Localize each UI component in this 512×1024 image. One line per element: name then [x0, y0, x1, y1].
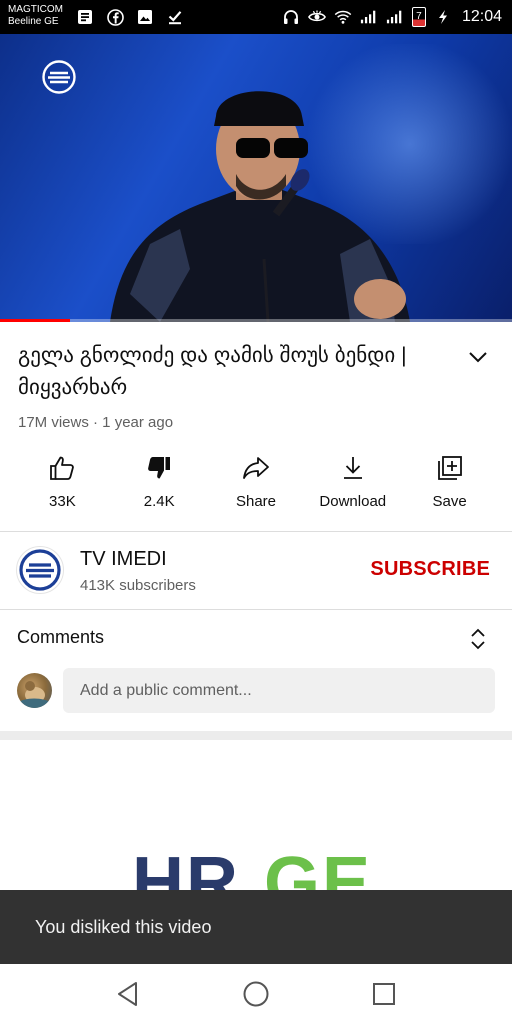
playlist-add-icon — [435, 453, 465, 483]
youtube-watch-screen: MAGTICOM Beeline GE 7 12:04 გელა გნოლიძე… — [0, 0, 512, 1024]
snackbar-message: You disliked this video — [35, 917, 212, 937]
video-player[interactable] — [0, 34, 512, 322]
imedi-logo-icon — [19, 549, 61, 591]
recents-icon[interactable] — [370, 980, 398, 1008]
user-avatar[interactable] — [17, 673, 52, 708]
download-icon — [338, 453, 368, 483]
download-button[interactable]: Download — [304, 450, 401, 520]
comments-header[interactable]: Comments — [17, 627, 104, 648]
share-button[interactable]: Share — [208, 450, 305, 520]
video-meta: 17M views · 1 year ago — [18, 414, 174, 431]
video-title[interactable]: გელა გნოლიძე და ღამის შოუს ბენდი | მიყვა… — [18, 340, 438, 404]
imedi-watermark-logo — [42, 60, 76, 94]
channel-name[interactable]: TV IMEDI — [80, 548, 167, 571]
thumbs-up-icon — [47, 453, 77, 483]
charging-icon — [434, 8, 452, 26]
expand-collapse-icon[interactable] — [467, 626, 489, 652]
chevron-down-icon[interactable] — [466, 345, 490, 369]
video-actions: 33K 2.4K Share Download Save — [14, 450, 498, 520]
video-progress-played — [0, 319, 71, 322]
status-clock: 12:04 — [461, 8, 502, 25]
performer-figure — [110, 91, 410, 322]
status-bar: MAGTICOM Beeline GE 7 12:04 — [0, 0, 512, 34]
signal-icon — [386, 8, 404, 26]
carrier-info: MAGTICOM Beeline GE — [8, 4, 63, 28]
subscribe-button[interactable]: SUBSCRIBE — [370, 558, 490, 581]
ad-banner[interactable]: HR GE — [0, 740, 512, 890]
thumbs-down-filled-icon — [144, 453, 174, 483]
snackbar: You disliked this video — [0, 890, 512, 964]
back-icon[interactable] — [114, 980, 142, 1008]
notes-icon — [76, 8, 94, 26]
notification-icons — [76, 8, 184, 26]
system-status: 7 12:04 — [282, 7, 502, 27]
eye-icon — [307, 8, 326, 26]
like-count: 33K — [49, 493, 76, 510]
share-label: Share — [235, 493, 276, 510]
ad-logo-text: HR GE — [132, 847, 372, 890]
divider — [0, 609, 512, 610]
battery-icon: 7 — [411, 7, 426, 27]
section-separator — [0, 731, 512, 740]
home-icon[interactable] — [242, 980, 270, 1008]
system-navigation-bar — [0, 964, 512, 1024]
divider — [0, 531, 512, 532]
ad-logo-left: HR — [132, 843, 240, 890]
signal-icon — [360, 8, 378, 26]
battery-level: 7 — [416, 11, 422, 22]
subscriber-count: 413K subscribers — [80, 577, 196, 594]
video-progress-track[interactable] — [0, 319, 512, 322]
like-button[interactable]: 33K — [14, 450, 111, 520]
dislike-button[interactable]: 2.4K — [111, 450, 208, 520]
share-icon — [241, 453, 271, 483]
image-icon — [136, 8, 154, 26]
dislike-count: 2.4K — [143, 493, 175, 510]
carrier-name: MAGTICOM — [8, 4, 63, 15]
save-button[interactable]: Save — [401, 450, 498, 520]
facebook-icon — [106, 8, 124, 26]
carrier-name-secondary: Beeline GE — [8, 16, 59, 27]
download-done-icon — [166, 8, 184, 26]
ad-logo-right: GE — [264, 843, 373, 890]
comment-input[interactable] — [63, 668, 495, 713]
download-label: Download — [319, 493, 387, 510]
channel-avatar[interactable] — [16, 546, 64, 594]
wifi-icon — [334, 8, 352, 26]
save-label: Save — [432, 493, 467, 510]
headphones-icon — [282, 8, 300, 26]
